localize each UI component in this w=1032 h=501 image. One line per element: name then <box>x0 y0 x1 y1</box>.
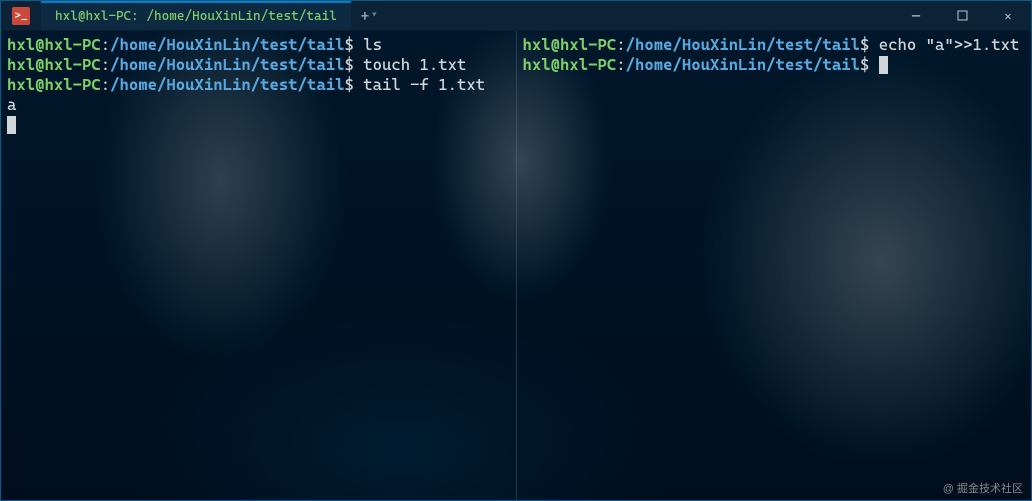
terminal-line: hxl@hxl-PC:/home/HouXinLin/test/tail$ <box>523 55 1026 75</box>
titlebar-drag-area[interactable] <box>387 1 893 30</box>
command-text: echo "a">>1.txt <box>879 35 1020 54</box>
cursor-line <box>7 115 510 135</box>
split-panes: hxl@hxl-PC:/home/HouXinLin/test/tail$ ls… <box>1 31 1031 500</box>
new-tab-button[interactable]: + ▾ <box>351 1 387 30</box>
terminal-icon: >_ <box>12 7 30 25</box>
prompt-colon: : <box>101 55 110 74</box>
watermark: @ 掘金技术社区 <box>943 480 1023 496</box>
terminal-line: hxl@hxl-PC:/home/HouXinLin/test/tail$ to… <box>7 55 510 75</box>
app-icon-box[interactable]: >_ <box>1 1 41 30</box>
prompt-user: hxl@hxl-PC <box>523 35 617 54</box>
prompt-symbol: $ <box>860 35 879 54</box>
prompt-colon: : <box>616 55 625 74</box>
command-text: touch 1.txt <box>363 55 466 74</box>
close-button[interactable]: ✕ <box>985 1 1031 30</box>
close-icon: ✕ <box>1004 9 1011 23</box>
prompt-path: /home/HouXinLin/test/tail <box>110 35 344 54</box>
prompt-symbol: $ <box>345 75 364 94</box>
maximize-icon <box>957 10 968 21</box>
terminal-line: hxl@hxl-PC:/home/HouXinLin/test/tail$ ec… <box>523 35 1026 55</box>
prompt-symbol: $ <box>860 55 879 74</box>
maximize-button[interactable] <box>939 1 985 30</box>
prompt-user: hxl@hxl-PC <box>523 55 617 74</box>
chevron-down-icon[interactable]: ▾ <box>371 10 377 21</box>
output-line: a <box>7 95 510 115</box>
tab-active[interactable]: hxl@hxl-PC: /home/HouXinLin/test/tail <box>41 1 351 30</box>
terminal-line: hxl@hxl-PC:/home/HouXinLin/test/tail$ ls <box>7 35 510 55</box>
prompt-colon: : <box>616 35 625 54</box>
terminal-window: >_ hxl@hxl-PC: /home/HouXinLin/test/tail… <box>0 0 1032 501</box>
cursor <box>879 56 888 74</box>
titlebar[interactable]: >_ hxl@hxl-PC: /home/HouXinLin/test/tail… <box>1 1 1031 31</box>
prompt-path: /home/HouXinLin/test/tail <box>110 75 344 94</box>
prompt-symbol: $ <box>345 35 364 54</box>
tab-title: hxl@hxl-PC: /home/HouXinLin/test/tail <box>55 9 337 24</box>
prompt-user: hxl@hxl-PC <box>7 75 101 94</box>
cursor <box>7 116 16 134</box>
command-text: tail -f 1.txt <box>363 75 485 94</box>
prompt-colon: : <box>101 35 110 54</box>
prompt-colon: : <box>101 75 110 94</box>
right-pane[interactable]: hxl@hxl-PC:/home/HouXinLin/test/tail$ ec… <box>517 31 1032 500</box>
terminal-line: hxl@hxl-PC:/home/HouXinLin/test/tail$ ta… <box>7 75 510 95</box>
command-text: ls <box>363 35 382 54</box>
prompt-path: /home/HouXinLin/test/tail <box>110 55 344 74</box>
prompt-symbol: $ <box>345 55 364 74</box>
prompt-user: hxl@hxl-PC <box>7 55 101 74</box>
prompt-user: hxl@hxl-PC <box>7 35 101 54</box>
prompt-path: /home/HouXinLin/test/tail <box>626 35 860 54</box>
minimize-button[interactable]: ─ <box>893 1 939 30</box>
plus-icon: + <box>361 7 370 25</box>
prompt-path: /home/HouXinLin/test/tail <box>626 55 860 74</box>
left-pane[interactable]: hxl@hxl-PC:/home/HouXinLin/test/tail$ ls… <box>1 31 517 500</box>
minimize-icon: ─ <box>912 9 919 23</box>
